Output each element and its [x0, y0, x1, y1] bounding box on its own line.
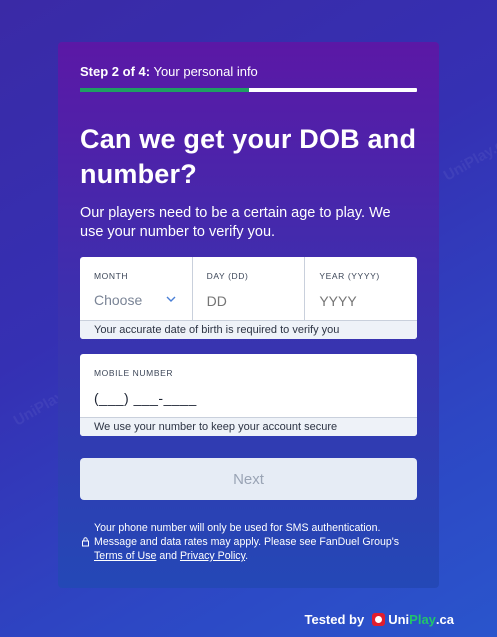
disclaimer-body: Your phone number will only be used for …	[94, 522, 400, 548]
tested-by-badge: Tested by Uni Play .ca	[305, 612, 455, 627]
progress-bar	[80, 88, 417, 92]
phone-input[interactable]: (___) ___-____	[94, 390, 403, 408]
day-field[interactable]: DAY (DD)	[193, 257, 306, 320]
month-label: MONTH	[94, 271, 129, 281]
watermark: UniPlay.ca	[440, 132, 497, 185]
year-label: YEAR (YYYY)	[319, 271, 380, 281]
page-title: Can we get your DOB and number?	[80, 124, 417, 189]
year-field[interactable]: YEAR (YYYY)	[305, 257, 417, 320]
phone-label: MOBILE NUMBER	[94, 368, 174, 378]
chevron-down-icon	[166, 296, 176, 302]
page-subtitle: Our players need to be a certain age to …	[80, 205, 391, 240]
year-input[interactable]	[319, 292, 404, 310]
step-prefix: Step 2 of 4:	[80, 64, 151, 79]
disclaimer-text: Your phone number will only be used for …	[94, 521, 417, 563]
privacy-link[interactable]: Privacy Policy	[180, 550, 245, 562]
uniplay-logo-icon	[372, 613, 386, 626]
tested-by-label: Tested by	[304, 612, 365, 627]
terms-link[interactable]: Terms of Use	[94, 550, 156, 562]
dob-helper: Your accurate date of birth is required …	[80, 320, 417, 339]
brand-ca: .ca	[435, 612, 454, 627]
progress-fill	[80, 88, 249, 92]
brand-uni: Uni	[388, 612, 410, 627]
phone-helper: We use your number to keep your account …	[80, 417, 417, 436]
day-input[interactable]	[206, 292, 291, 310]
signup-card: Step 2 of 4: Your personal info Can we g…	[58, 42, 439, 588]
next-button[interactable]: Next	[80, 458, 417, 500]
step-label: Your personal info	[153, 64, 258, 79]
phone-field[interactable]: MOBILE NUMBER (___) ___-____	[80, 354, 417, 417]
disclaimer-and: and	[156, 550, 180, 562]
disclaimer-end: .	[245, 550, 249, 562]
brand-play: Play	[409, 612, 436, 627]
disclaimer: Your phone number will only be used for …	[80, 521, 417, 563]
lock-icon	[82, 537, 89, 547]
step-indicator: Step 2 of 4: Your personal info	[80, 64, 417, 80]
phone-group: MOBILE NUMBER (___) ___-____ We use your…	[80, 354, 417, 436]
day-label: DAY (DD)	[206, 271, 249, 281]
dob-group: MONTH Choose DAY (DD) YEAR (YYYY) Your a…	[80, 257, 417, 339]
month-select[interactable]: MONTH Choose	[80, 257, 193, 320]
